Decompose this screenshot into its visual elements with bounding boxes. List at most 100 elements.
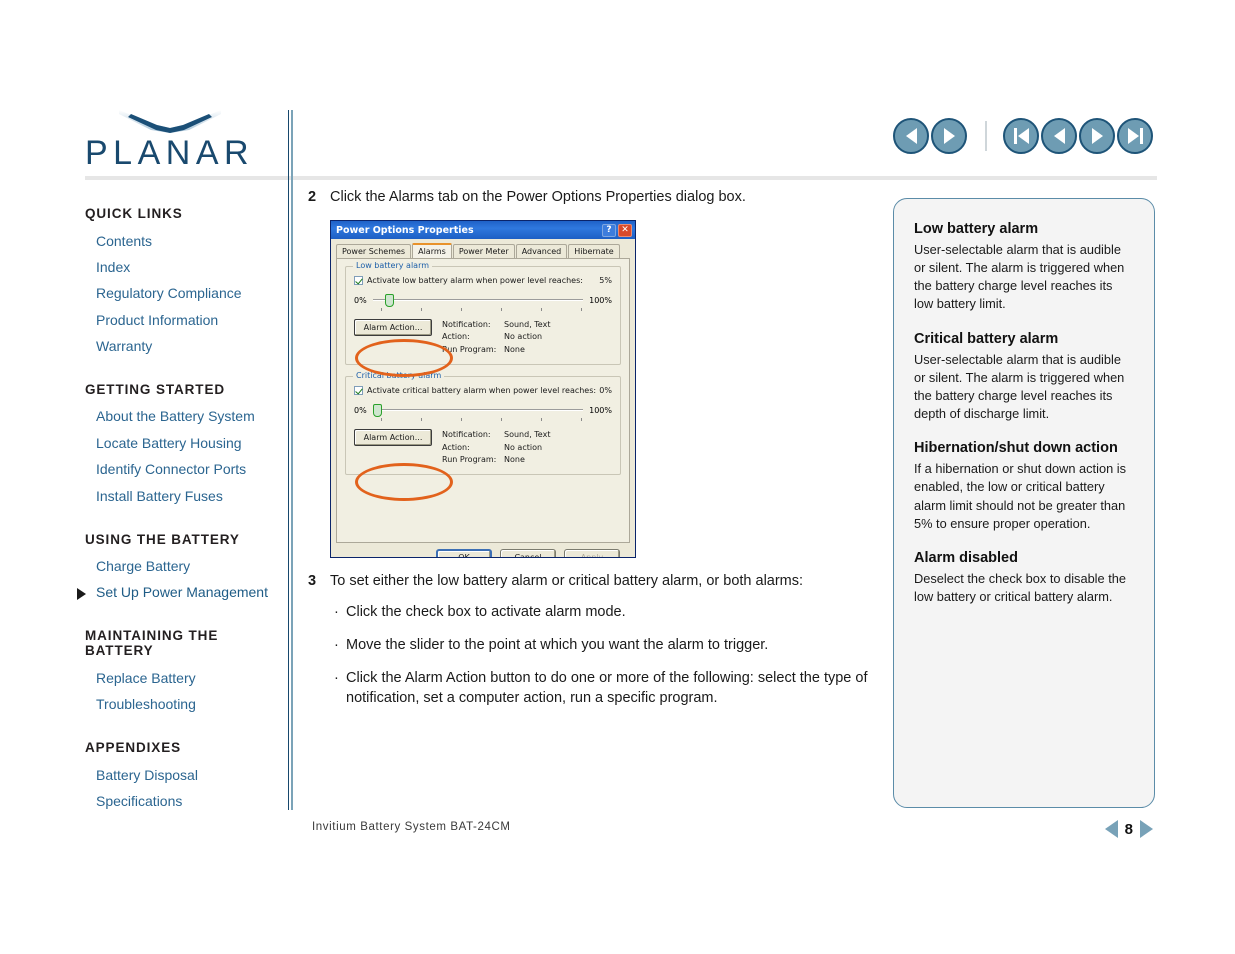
low-alarm-info-table: Notification: Sound, Text Action: No actio… [442, 319, 550, 356]
previous-page-button[interactable] [1041, 118, 1077, 154]
sidepanel-heading-alarm-disabled: Alarm disabled [914, 549, 1018, 566]
close-icon[interactable]: ✕ [618, 223, 632, 237]
sidebar-item-install-battery-fuses[interactable]: Install Battery Fuses [85, 483, 285, 509]
critical-alarm-notification-key: Notification: [442, 430, 491, 440]
tab-power-meter[interactable]: Power Meter [452, 244, 515, 258]
critical-alarm-action-row: Alarm Action... Notification: Sound, Text… [354, 429, 612, 466]
cancel-button[interactable]: Cancel [500, 549, 556, 557]
sidebar-item-index[interactable]: Index [85, 254, 285, 280]
low-alarm-notification-key: Notification: [442, 320, 491, 329]
critical-alarm-slider-min: 0% [354, 405, 367, 415]
tab-alarms[interactable]: Alarms [412, 243, 452, 258]
critical-alarm-action-value: No action [504, 442, 543, 452]
sidebar-item-set-up-power-management[interactable]: Set Up Power Management [77, 580, 285, 606]
sidebar-item-charge-battery[interactable]: Charge Battery [85, 554, 285, 580]
sidebar-item-locate-battery-housing[interactable]: Locate Battery Housing [85, 430, 285, 456]
sidebar-item-label: Specifications [96, 792, 183, 809]
sidebar-heading-using-the-battery: USING THE BATTERY [85, 531, 240, 547]
sidebar-item-replace-battery[interactable]: Replace Battery [85, 665, 285, 691]
page-prev-icon[interactable] [1104, 820, 1118, 838]
ok-button[interactable]: OK [436, 549, 492, 557]
low-alarm-action-row: Alarm Action... Notification: Sound, Text… [354, 319, 612, 356]
low-alarm-slider-ticks [373, 308, 583, 312]
sidebar-item-troubleshooting[interactable]: Troubleshooting [85, 692, 285, 718]
page-next-icon[interactable] [1140, 820, 1153, 838]
help-icon[interactable]: ? [602, 223, 616, 237]
low-alarm-level-value: 5% [599, 276, 612, 285]
sidebar-item-specifications[interactable]: Specifications [85, 788, 285, 814]
sidebar-item-identify-connector-ports[interactable]: Identify Connector Ports [85, 457, 285, 483]
low-alarm-action-value: No action [504, 332, 543, 342]
low-alarm-slider-min: 0% [354, 295, 367, 305]
sidepanel-heading-low-battery-alarm: Low battery alarm [914, 221, 1039, 237]
critical-alarm-slider-track[interactable] [372, 409, 584, 412]
sidebar-divider [288, 110, 293, 810]
sidepanel-body-alarm-disabled: Deselect the check box to disable the lo… [914, 570, 1126, 605]
document-footer-title: Invitium Battery System BAT-24CM [312, 821, 511, 833]
critical-alarm-slider-thumb[interactable] [372, 404, 382, 418]
top-navigation-bar [893, 118, 1155, 154]
step-2-number: 2 [308, 189, 317, 205]
back-button[interactable] [893, 118, 929, 154]
low-alarm-slider-thumb[interactable] [385, 294, 395, 307]
step-3-bullet-list: · Click the check box to activate alarm … [334, 602, 868, 709]
critical-alarm-action-button[interactable]: Alarm Action... [354, 429, 432, 447]
critical-alarm-notification-value: Sound, Text [504, 430, 551, 440]
critical-alarm-slider-row[interactable]: 0% 100% [354, 404, 612, 422]
next-page-icon [1091, 128, 1103, 144]
dialog-tabs: Power Schemes Alarms Power Meter Advance… [336, 243, 630, 258]
tab-advanced[interactable]: Advanced [515, 244, 568, 258]
sidebar-item-label: Replace Battery [96, 669, 196, 686]
sidebar-item-label: Troubleshooting [96, 696, 196, 713]
nav-separator [985, 121, 987, 151]
header-divider [85, 176, 1157, 180]
sidebar-heading-appendixes: APPENDIXES [85, 740, 182, 756]
critical-alarm-checkbox[interactable] [354, 386, 363, 396]
sidebar-item-warranty[interactable]: Warranty [85, 334, 285, 360]
critical-alarm-action-key: Action: [442, 442, 470, 452]
skip-to-last-icon [1127, 128, 1139, 144]
list-item: · Click the check box to activate alarm … [334, 602, 868, 622]
main-content-step3: 3 To set either the low battery alarm or… [308, 572, 868, 722]
sidebar-item-about-the-battery-system[interactable]: About the Battery System [85, 404, 285, 430]
planar-logo[interactable]: PLANAR [85, 108, 265, 172]
page-root: PLANAR QUICK LINKS Contents Index Regula… [0, 0, 1235, 954]
critical-alarm-checkbox-label: Activate critical battery alarm when pow… [367, 386, 597, 396]
sidepanel-heading-critical-battery-alarm: Critical battery alarm [914, 330, 1059, 347]
step-3-text: To set either the low battery alarm or c… [330, 573, 804, 589]
sidebar-item-label: Charge Battery [96, 558, 191, 575]
arrow-right-icon [943, 128, 955, 144]
dialog-title-bar: Power Options Properties ? ✕ [331, 221, 635, 239]
previous-page-icon [1053, 128, 1065, 144]
bullet-icon: · [334, 636, 339, 653]
low-alarm-checkbox-label: Activate low battery alarm when power le… [367, 276, 583, 285]
sidebar-item-label: Warranty [96, 338, 153, 355]
step-3-number: 3 [308, 573, 317, 589]
sidebar-item-battery-disposal[interactable]: Battery Disposal [85, 762, 285, 788]
tab-power-schemes[interactable]: Power Schemes [336, 244, 412, 258]
list-item: · Move the slider to the point at which … [334, 635, 868, 655]
low-alarm-slider-track[interactable] [372, 299, 584, 301]
tab-hibernate[interactable]: Hibernate [568, 244, 620, 258]
first-page-button[interactable] [1003, 118, 1039, 154]
bullet-text: Click the Alarm Action button to do one … [346, 670, 868, 707]
last-page-button[interactable] [1117, 118, 1153, 154]
apply-button[interactable]: Apply [564, 549, 620, 557]
low-alarm-action-button[interactable]: Alarm Action... [354, 319, 432, 336]
sidebar-item-label: Set Up Power Management [96, 584, 268, 601]
next-page-button[interactable] [1079, 118, 1115, 154]
page-pager: 8 [1104, 820, 1153, 838]
bullet-text: Click the check box to activate alarm mo… [346, 603, 626, 620]
dialog-footer: OK Cancel Apply [336, 543, 630, 557]
sidebar-item-regulatory-compliance[interactable]: Regulatory Compliance [85, 281, 285, 307]
critical-alarm-slider-ticks [373, 418, 583, 422]
sidebar-item-product-information[interactable]: Product Information [85, 307, 285, 333]
critical-alarm-slider-max: 100% [589, 405, 612, 415]
low-alarm-checkbox-row[interactable]: Activate low battery alarm when power le… [354, 276, 612, 285]
low-alarm-checkbox[interactable] [354, 276, 363, 285]
sidebar-item-contents[interactable]: Contents [85, 228, 285, 254]
low-alarm-slider-row[interactable]: 0% 100% [354, 294, 612, 311]
sidebar-item-label: Regulatory Compliance [96, 285, 242, 302]
critical-alarm-checkbox-row[interactable]: Activate critical battery alarm when pow… [354, 386, 612, 396]
forward-button[interactable] [931, 118, 967, 154]
